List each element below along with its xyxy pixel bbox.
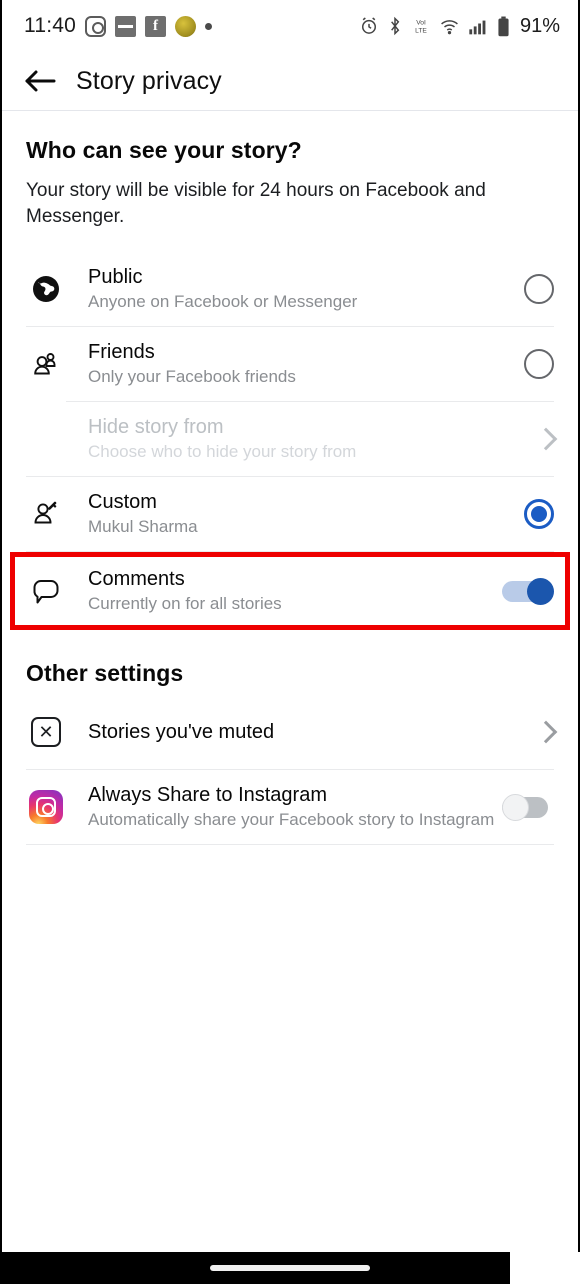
chevron-right-icon <box>534 721 558 744</box>
alarm-icon <box>359 16 379 36</box>
globe-icon <box>26 269 66 309</box>
section-heading-other-settings: Other settings <box>26 660 184 687</box>
audience-option-public[interactable]: Public Anyone on Facebook or Messenger <box>2 252 578 326</box>
audience-option-hide-story-from[interactable]: Hide story from Choose who to hide your … <box>2 402 578 476</box>
hide-story-from-text: Hide story from Choose who to hide your … <box>88 416 538 462</box>
audience-option-public-text: Public Anyone on Facebook or Messenger <box>88 266 524 312</box>
status-bar-clock: 11:40 <box>24 14 76 37</box>
option-title: Always Share to Instagram <box>88 784 327 807</box>
battery-icon <box>497 16 510 37</box>
page-title: Story privacy <box>76 66 222 95</box>
nav-bar-right-cutout <box>510 1252 580 1284</box>
comment-bubble-icon <box>26 571 66 611</box>
person-edit-icon <box>26 494 66 534</box>
option-title: Stories you've muted <box>88 720 275 743</box>
option-subtitle: Choose who to hide your story from <box>88 442 357 462</box>
setting-row-comments[interactable]: Comments Currently on for all stories <box>2 552 578 630</box>
muted-x-icon: ✕ <box>26 712 66 752</box>
coin-notification-icon <box>175 15 196 37</box>
app-bar: Story privacy <box>2 52 578 110</box>
radio-custom[interactable] <box>524 499 554 530</box>
setting-row-instagram-text: Always Share to Instagram Automatically … <box>88 784 502 830</box>
setting-row-always-share-to-instagram[interactable]: Always Share to Instagram Automatically … <box>2 770 578 844</box>
svg-text:LTE: LTE <box>415 28 427 35</box>
news-notification-icon <box>115 15 136 37</box>
option-subtitle: Mukul Sharma <box>88 517 198 537</box>
back-arrow-icon[interactable] <box>24 68 56 94</box>
status-bar-right: VoI LTE 91% <box>359 15 560 38</box>
section-description: Your story will be visible for 24 hours … <box>26 180 486 228</box>
battery-percent-label: 91% <box>519 14 560 37</box>
option-subtitle: Automatically share your Facebook story … <box>88 810 495 830</box>
audience-option-friends-text: Friends Only your Facebook friends <box>88 341 524 387</box>
setting-row-stories-youve-muted[interactable]: ✕ Stories you've muted <box>2 695 578 769</box>
option-title: Friends <box>88 341 155 364</box>
audience-option-custom-text: Custom Mukul Sharma <box>88 491 524 537</box>
option-subtitle: Anyone on Facebook or Messenger <box>88 292 358 312</box>
chevron-right-icon <box>534 428 558 451</box>
option-subtitle: Only your Facebook friends <box>88 367 296 387</box>
audience-option-custom[interactable]: Custom Mukul Sharma <box>2 477 578 551</box>
instagram-glyph <box>29 790 63 825</box>
section-heading-audience: Who can see your story? <box>26 137 302 163</box>
home-indicator[interactable] <box>210 1265 370 1271</box>
option-title: Hide story from <box>88 416 224 439</box>
phone-screen: 11:40 f VoI LTE 91% Story privacy Who ca… <box>0 0 580 1284</box>
toggle-comments[interactable] <box>502 577 554 605</box>
friends-icon <box>26 344 66 384</box>
volte-icon: VoI LTE <box>411 16 431 36</box>
audience-option-friends[interactable]: Friends Only your Facebook friends <box>2 327 578 401</box>
option-title: Custom <box>88 491 157 514</box>
bluetooth-icon <box>387 16 403 36</box>
more-notifications-dot-icon <box>205 22 212 30</box>
status-bar-left: 11:40 f <box>24 14 212 38</box>
setting-row-muted-text: Stories you've muted <box>88 721 538 744</box>
wifi-icon <box>439 16 460 36</box>
status-bar: 11:40 f VoI LTE 91% <box>2 0 578 52</box>
radio-public[interactable] <box>524 274 554 305</box>
instagram-icon <box>26 787 66 827</box>
option-title: Public <box>88 266 143 289</box>
muted-x-glyph: ✕ <box>31 717 61 748</box>
toggle-thumb <box>527 577 554 605</box>
setting-row-comments-text: Comments Currently on for all stories <box>88 568 502 614</box>
toggle-thumb <box>502 793 529 821</box>
instagram-notification-icon <box>85 15 106 37</box>
radio-friends[interactable] <box>524 349 554 380</box>
settings-content: Who can see your story? Your story will … <box>2 111 578 846</box>
signal-icon <box>468 16 489 36</box>
option-title: Comments <box>88 568 185 591</box>
row-divider <box>26 844 554 846</box>
option-subtitle: Currently on for all stories <box>88 594 282 614</box>
toggle-always-share-to-instagram[interactable] <box>502 793 554 821</box>
system-navigation-bar <box>0 1252 580 1284</box>
facebook-notification-icon: f <box>145 15 166 37</box>
svg-text:VoI: VoI <box>416 19 426 26</box>
